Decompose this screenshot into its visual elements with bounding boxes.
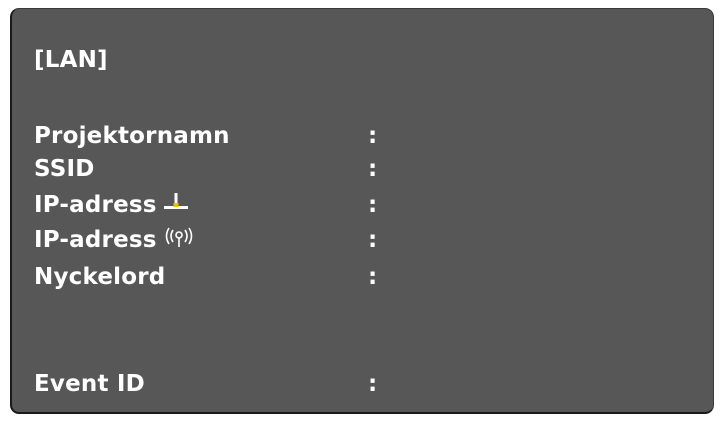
field-separator: : — [368, 156, 378, 182]
wireless-lan-icon — [163, 226, 195, 256]
field-label-ip-address-wireless: IP-adress — [34, 227, 157, 253]
field-row-ip-wired: IP-adress — [34, 190, 189, 221]
field-separator: : — [368, 192, 378, 218]
wired-lan-icon — [163, 191, 189, 221]
field-separator: : — [368, 227, 378, 253]
field-separator: : — [368, 123, 378, 149]
field-label-ip-address-wired: IP-adress — [34, 192, 157, 218]
field-separator: : — [368, 371, 378, 397]
field-row-ip-wireless: IP-adress — [34, 225, 195, 256]
field-label-projector-name: Projektornamn — [34, 123, 230, 149]
lan-info-panel: [LAN] Projektornamn : SSID : IP-adress :… — [10, 8, 714, 414]
field-label-event-id: Event ID — [34, 371, 145, 397]
field-separator: : — [368, 264, 378, 290]
page-title: [LAN] — [34, 47, 108, 73]
field-label-ssid: SSID — [34, 156, 95, 182]
field-label-keyword: Nyckelord — [34, 264, 166, 290]
